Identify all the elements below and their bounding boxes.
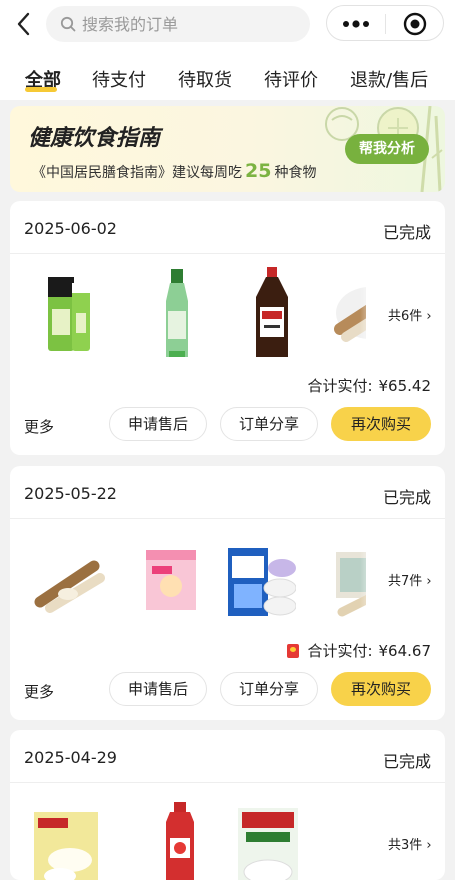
more-dots-icon[interactable]: [341, 14, 371, 34]
product-image-soap-pack: [228, 548, 296, 616]
item-count-text: 共7件: [388, 574, 423, 589]
order-tabs: 全部 待支付 待取货 待评价 退款/售后: [0, 50, 455, 100]
product-image-sauce-bottle: [166, 269, 188, 357]
card-divider: [10, 518, 445, 519]
item-count[interactable]: 共7件 ›: [388, 570, 432, 589]
banner-subtitle-prefix: 《中国居民膳食指南》建议每周吃: [32, 165, 242, 181]
order-card[interactable]: 2025-05-22 已完成 共7件 › 合计实付: ¥64.67 更多 申请售后…: [10, 466, 445, 720]
product-thumbnails[interactable]: [24, 263, 366, 363]
top-bar: [0, 0, 455, 50]
thumbnail-fade: [360, 524, 382, 630]
product-image-rice-noodles: [238, 808, 298, 880]
total-amount: ¥64.67: [378, 642, 432, 660]
back-arrow-icon[interactable]: [12, 11, 38, 37]
order-total: 合计实付: ¥64.67: [287, 640, 431, 661]
order-status: 已完成: [382, 223, 431, 242]
order-date: 2025-04-29: [24, 748, 117, 767]
banner-subtitle-suffix: 种食物: [274, 165, 317, 181]
total-amount: ¥65.42: [378, 377, 432, 395]
tab-pending-review[interactable]: 待评价: [264, 66, 318, 92]
order-status: 已完成: [382, 752, 431, 771]
search-bar[interactable]: [46, 6, 310, 42]
after-sale-button[interactable]: 申请售后: [109, 672, 207, 706]
card-divider: [10, 782, 445, 783]
chevron-right-icon: ›: [426, 838, 432, 853]
active-tab-indicator: [25, 87, 57, 92]
order-status: 已完成: [382, 488, 431, 507]
rebuy-button[interactable]: 再次购买: [331, 407, 431, 441]
tab-refund[interactable]: 退款/售后: [350, 66, 428, 92]
more-button[interactable]: 更多: [24, 416, 54, 437]
banner-food-count: 25: [245, 160, 272, 182]
product-image-ketchup: [166, 802, 194, 880]
item-count-text: 共3件: [388, 838, 423, 853]
share-order-button[interactable]: 订单分享: [220, 407, 318, 441]
product-image-kids-snack-box: [146, 550, 196, 610]
share-order-button[interactable]: 订单分享: [220, 672, 318, 706]
capsule-divider: [385, 14, 386, 34]
product-image-dumplings: [34, 812, 98, 880]
chevron-right-icon: ›: [426, 574, 432, 589]
red-packet-icon: [287, 644, 300, 658]
analyze-button[interactable]: 帮我分析: [345, 134, 429, 164]
product-image-yam: [34, 560, 105, 613]
card-divider: [10, 253, 445, 254]
order-total: 合计实付: ¥65.42: [307, 375, 431, 396]
order-date: 2025-05-22: [24, 484, 117, 503]
search-input[interactable]: [80, 13, 284, 35]
rebuy-button[interactable]: 再次购买: [331, 672, 431, 706]
search-icon: [60, 16, 76, 32]
banner-subtitle: 《中国居民膳食指南》建议每周吃 25 种食物: [32, 160, 316, 182]
thumbnail-fade: [360, 259, 382, 365]
chevron-right-icon: ›: [426, 309, 432, 324]
item-count-text: 共6件: [388, 309, 423, 324]
close-miniprogram-icon[interactable]: [403, 12, 427, 36]
product-image-toothpaste: [48, 277, 90, 351]
item-count[interactable]: 共3件 ›: [388, 834, 432, 853]
total-label: 合计实付:: [307, 377, 373, 395]
order-card[interactable]: 2025-04-29 已完成 共3件 ›: [10, 730, 445, 880]
mini-program-capsule: [326, 5, 444, 41]
healthy-diet-banner[interactable]: 健康饮食指南 《中国居民膳食指南》建议每周吃 25 种食物 帮我分析: [10, 106, 445, 192]
product-image-soy-sauce: [256, 267, 288, 357]
tab-pending-pickup[interactable]: 待取货: [178, 66, 232, 92]
more-button[interactable]: 更多: [24, 681, 54, 702]
total-label: 合计实付:: [307, 642, 373, 660]
after-sale-button[interactable]: 申请售后: [109, 407, 207, 441]
order-date: 2025-06-02: [24, 219, 117, 238]
product-thumbnails[interactable]: [24, 792, 366, 880]
banner-title: 健康饮食指南: [28, 126, 161, 151]
item-count[interactable]: 共6件 ›: [388, 305, 432, 324]
order-card[interactable]: 2025-06-02 已完成 共6件 › 合计实付: ¥65.42 更多 申请售后…: [10, 201, 445, 455]
tab-pending-payment[interactable]: 待支付: [92, 66, 146, 92]
product-thumbnails[interactable]: [24, 528, 366, 628]
